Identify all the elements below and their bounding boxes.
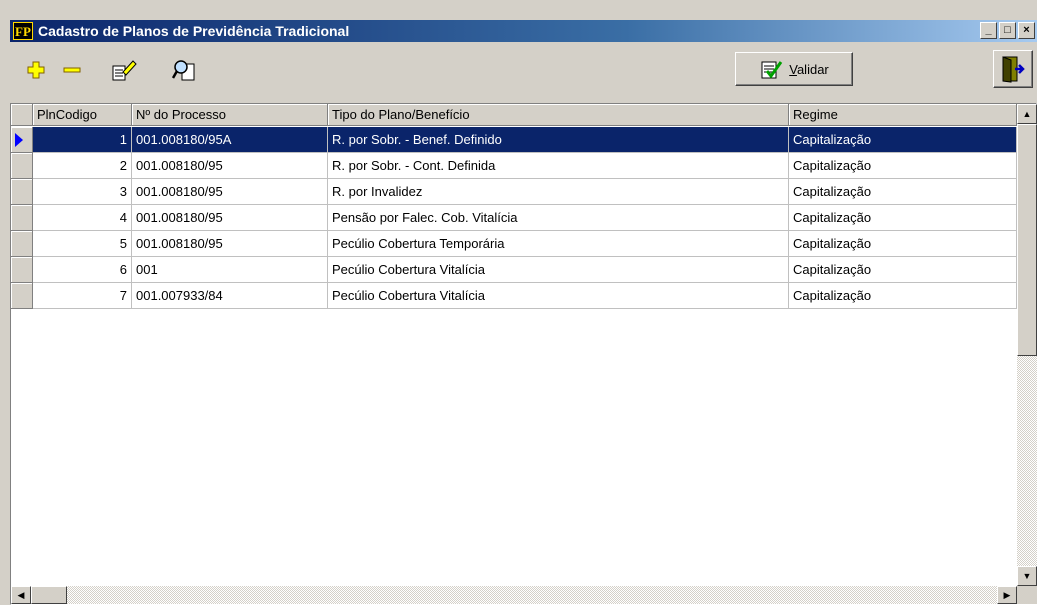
add-icon: [27, 61, 45, 79]
remove-button[interactable]: [58, 56, 86, 84]
exit-button[interactable]: [993, 50, 1033, 88]
cell-plncodigo[interactable]: 3: [33, 179, 132, 205]
row-indicator[interactable]: [11, 231, 33, 257]
title-bar[interactable]: FP Cadastro de Planos de Previdência Tra…: [10, 20, 1037, 42]
cell-processo[interactable]: 001.008180/95: [132, 231, 328, 257]
table-row[interactable]: 5 001.008180/95 Pecúlio Cobertura Temporár…: [11, 231, 1017, 257]
row-indicator[interactable]: [11, 127, 33, 153]
cell-regime[interactable]: Capitalização: [789, 153, 1017, 179]
table-row[interactable]: 3 001.008180/95 R. por Invalidez Capitaliza…: [11, 179, 1017, 205]
cell-tipo[interactable]: R. por Invalidez: [328, 179, 789, 205]
cell-regime[interactable]: Capitalização: [789, 257, 1017, 283]
search-button[interactable]: [170, 56, 198, 84]
cell-plncodigo[interactable]: 7: [33, 283, 132, 309]
edit-button[interactable]: [110, 56, 138, 84]
edit-icon: [112, 60, 137, 81]
validar-button[interactable]: Validar: [735, 52, 853, 86]
grid-rows: 1 001.008180/95A R. por Sobr. - Benef. Def…: [11, 127, 1017, 309]
cell-plncodigo[interactable]: 5: [33, 231, 132, 257]
scroll-right-button[interactable]: ▶: [997, 586, 1017, 604]
cell-tipo[interactable]: R. por Sobr. - Benef. Definido: [328, 127, 789, 153]
row-indicator[interactable]: [11, 205, 33, 231]
row-indicator[interactable]: [11, 179, 33, 205]
cell-processo[interactable]: 001.008180/95: [132, 179, 328, 205]
cell-tipo[interactable]: Pecúlio Cobertura Temporária: [328, 231, 789, 257]
add-button[interactable]: [22, 56, 50, 84]
cell-plncodigo[interactable]: 6: [33, 257, 132, 283]
cell-processo[interactable]: 001.008180/95: [132, 153, 328, 179]
row-indicator[interactable]: [11, 257, 33, 283]
cell-processo[interactable]: 001.008180/95: [132, 205, 328, 231]
cell-plncodigo[interactable]: 4: [33, 205, 132, 231]
table-row[interactable]: 7 001.007933/84 Pecúlio Cobertura Vitalíci…: [11, 283, 1017, 309]
cell-regime[interactable]: Capitalização: [789, 283, 1017, 309]
table-row[interactable]: 1 001.008180/95A R. por Sobr. - Benef. Def…: [11, 127, 1017, 153]
current-row-arrow-icon: [15, 133, 23, 147]
main-window: FP Cadastro de Planos de Previdência Tra…: [0, 0, 1037, 605]
vertical-scrollbar[interactable]: ▲ ▼: [1017, 104, 1037, 586]
grid-header: PlnCodigo Nº do Processo Tipo do Plano/B…: [11, 104, 1017, 126]
scroll-up-button[interactable]: ▲: [1017, 104, 1037, 124]
validar-label: Validar: [789, 61, 829, 77]
validate-check-icon: [761, 61, 783, 79]
horizontal-scrollbar[interactable]: ◀ ▶: [11, 586, 1017, 604]
row-indicator[interactable]: [11, 153, 33, 179]
app-icon: FP: [13, 22, 33, 40]
cell-tipo[interactable]: Pecúlio Cobertura Vitalícia: [328, 283, 789, 309]
window-title: Cadastro de Planos de Previdência Tradic…: [38, 23, 350, 39]
cell-tipo[interactable]: R. por Sobr. - Cont. Definida: [328, 153, 789, 179]
table-row[interactable]: 2 001.008180/95 R. por Sobr. - Cont. Defin…: [11, 153, 1017, 179]
cell-tipo[interactable]: Pensão por Falec. Cob. Vitalícia: [328, 205, 789, 231]
cell-processo[interactable]: 001: [132, 257, 328, 283]
cell-regime[interactable]: Capitalização: [789, 205, 1017, 231]
toolbar: Validar: [10, 44, 1037, 96]
cell-plncodigo[interactable]: 1: [33, 127, 132, 153]
scroll-down-button[interactable]: ▼: [1017, 566, 1037, 586]
vertical-scroll-thumb[interactable]: [1017, 124, 1037, 356]
plans-grid: PlnCodigo Nº do Processo Tipo do Plano/B…: [10, 103, 1037, 605]
cell-processo[interactable]: 001.007933/84: [132, 283, 328, 309]
cell-regime[interactable]: Capitalização: [789, 231, 1017, 257]
maximize-button[interactable]: □: [999, 22, 1016, 39]
cell-tipo[interactable]: Pecúlio Cobertura Vitalícia: [328, 257, 789, 283]
size-grip[interactable]: [1017, 586, 1037, 604]
cell-regime[interactable]: Capitalização: [789, 127, 1017, 153]
column-header-plncodigo[interactable]: PlnCodigo: [33, 104, 132, 126]
remove-icon: [63, 67, 81, 73]
table-row[interactable]: 6 001 Pecúlio Cobertura Vitalícia Capitaliz…: [11, 257, 1017, 283]
row-indicator[interactable]: [11, 283, 33, 309]
column-header-regime[interactable]: Regime: [789, 104, 1017, 126]
exit-door-icon: [1002, 56, 1025, 83]
scroll-left-button[interactable]: ◀: [11, 586, 31, 604]
search-icon: [172, 60, 195, 81]
horizontal-scroll-thumb[interactable]: [31, 586, 67, 604]
minimize-button[interactable]: _: [980, 22, 997, 39]
close-button[interactable]: ×: [1018, 22, 1035, 39]
column-header-processo[interactable]: Nº do Processo: [132, 104, 328, 126]
header-indicator: [11, 104, 33, 126]
column-header-tipo[interactable]: Tipo do Plano/Benefício: [328, 104, 789, 126]
cell-plncodigo[interactable]: 2: [33, 153, 132, 179]
cell-regime[interactable]: Capitalização: [789, 179, 1017, 205]
table-row[interactable]: 4 001.008180/95 Pensão por Falec. Cob. Vit…: [11, 205, 1017, 231]
cell-processo[interactable]: 001.008180/95A: [132, 127, 328, 153]
